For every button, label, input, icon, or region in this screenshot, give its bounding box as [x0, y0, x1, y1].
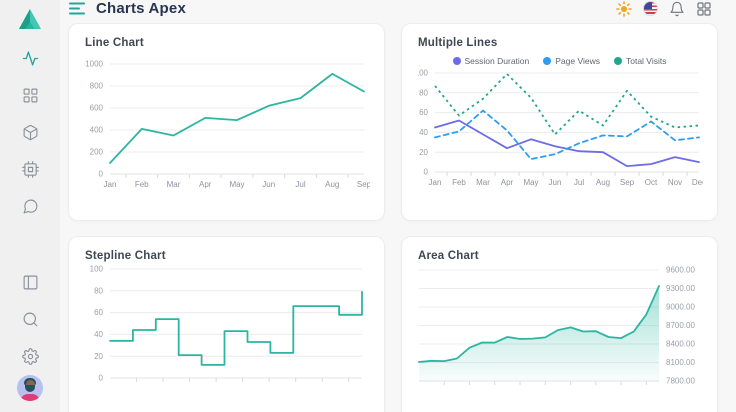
svg-text:100: 100: [90, 265, 104, 274]
svg-text:40: 40: [94, 330, 103, 339]
card-area-chart: Area Chart 7800.00 8100.00 8400.00 8700.00 9…: [401, 236, 718, 412]
us-flag-language-icon[interactable]: [643, 1, 658, 16]
line-chart: 0 200 400 600 800 1000 Jan Feb Mar Apr May Jun Jul Au…: [85, 52, 370, 202]
svg-text:40: 40: [419, 128, 428, 137]
sun-theme-icon[interactable]: [616, 1, 632, 17]
activity-icon[interactable]: [22, 50, 39, 67]
chat-bubble-icon[interactable]: [22, 198, 39, 215]
legend-item[interactable]: Session Duration: [453, 56, 530, 66]
chart-legend: Session Duration Page Views Total Visits: [418, 55, 701, 67]
multiple-lines-chart: 0 20 40 60 80 100 Jan Feb Mar Apr May Jun Jul Aug Sep O…: [418, 67, 703, 195]
avatar-beard: [25, 385, 35, 392]
legend-item[interactable]: Page Views: [543, 56, 600, 66]
svg-text:9600.00: 9600.00: [666, 266, 695, 275]
svg-text:0: 0: [99, 170, 104, 179]
svg-text:May: May: [523, 178, 538, 187]
flag-canton: [644, 2, 652, 9]
svg-text:Sep: Sep: [357, 180, 370, 189]
charts-grid: Line Chart 02004006008001000JanFebMarApr…: [60, 17, 736, 412]
apps-grid-icon[interactable]: [696, 1, 712, 17]
svg-text:Apr: Apr: [199, 180, 212, 189]
svg-text:400: 400: [90, 126, 104, 135]
grid-icon[interactable]: [22, 87, 39, 104]
svg-text:800: 800: [90, 82, 104, 91]
card-title: Stepline Chart: [85, 250, 368, 262]
svg-text:80: 80: [94, 286, 103, 295]
layout-panel-icon[interactable]: [22, 274, 39, 291]
svg-text:600: 600: [90, 104, 104, 113]
svg-text:0: 0: [99, 374, 104, 383]
cpu-icon[interactable]: [22, 161, 39, 178]
cube-icon[interactable]: [22, 124, 39, 141]
svg-text:200: 200: [90, 148, 104, 157]
settings-gear-icon[interactable]: [22, 348, 39, 365]
svg-text:7800.00: 7800.00: [666, 377, 695, 386]
svg-text:60: 60: [419, 108, 428, 117]
stepline-chart: 0 20 40 60 80 100: [85, 264, 370, 412]
search-icon[interactable]: [22, 311, 39, 328]
app-logo-triangle[interactable]: [18, 8, 42, 30]
area-chart: 7800.00 8100.00 8400.00 8700.00 9000.00 9300.…: [418, 264, 703, 412]
page-title: Charts Apex: [96, 0, 186, 17]
svg-text:Jan: Jan: [429, 178, 442, 187]
card-line-chart: Line Chart 0 200 400 600 800 1000 Jan Feb Mar Apr…: [68, 23, 385, 221]
svg-text:100: 100: [418, 69, 429, 78]
svg-text:60: 60: [94, 308, 103, 317]
svg-text:9000.00: 9000.00: [666, 303, 695, 312]
svg-text:Mar: Mar: [167, 180, 181, 189]
top-header: Charts Apex: [60, 0, 736, 17]
legend-label: Session Duration: [465, 56, 530, 66]
card-title: Multiple Lines: [418, 37, 701, 49]
svg-text:0: 0: [424, 168, 429, 177]
svg-text:1000: 1000: [85, 60, 103, 69]
svg-text:80: 80: [419, 88, 428, 97]
card-multiple-lines: Multiple Lines Session Duration Page View…: [401, 23, 718, 221]
svg-text:Dec: Dec: [692, 178, 703, 187]
svg-text:Jul: Jul: [295, 180, 305, 189]
svg-text:9300.00: 9300.00: [666, 284, 695, 293]
user-avatar[interactable]: [17, 375, 43, 401]
svg-text:Aug: Aug: [596, 178, 610, 187]
card-title: Area Chart: [418, 250, 701, 262]
legend-dot-icon: [453, 57, 461, 65]
legend-dot-icon: [614, 57, 622, 65]
svg-text:8700.00: 8700.00: [666, 321, 695, 330]
legend-item[interactable]: Total Visits: [614, 56, 666, 66]
legend-label: Page Views: [555, 56, 600, 66]
bell-notifications-icon[interactable]: [669, 1, 685, 17]
svg-text:8100.00: 8100.00: [666, 358, 695, 367]
svg-text:Jun: Jun: [262, 180, 275, 189]
avatar-shirt: [20, 394, 40, 401]
sidebar: [0, 0, 60, 412]
svg-text:Jan: Jan: [104, 180, 117, 189]
legend-dot-icon: [543, 57, 551, 65]
svg-text:Feb: Feb: [452, 178, 466, 187]
svg-text:Jul: Jul: [574, 178, 584, 187]
svg-text:Oct: Oct: [645, 178, 658, 187]
card-title: Line Chart: [85, 37, 368, 49]
svg-text:Aug: Aug: [325, 180, 339, 189]
hamburger-menu-icon[interactable]: [69, 2, 85, 15]
svg-text:20: 20: [419, 148, 428, 157]
legend-label: Total Visits: [626, 56, 666, 66]
svg-text:Mar: Mar: [476, 178, 490, 187]
svg-text:20: 20: [94, 352, 103, 361]
svg-text:8400.00: 8400.00: [666, 340, 695, 349]
svg-text:May: May: [229, 180, 244, 189]
svg-text:Sep: Sep: [620, 178, 635, 187]
card-stepline-chart: Stepline Chart 0 20 40 60 80 100: [68, 236, 385, 412]
header-actions: [616, 1, 712, 17]
svg-text:Feb: Feb: [135, 180, 149, 189]
svg-text:Jun: Jun: [549, 178, 562, 187]
svg-text:Apr: Apr: [501, 178, 514, 187]
svg-text:Nov: Nov: [668, 178, 682, 187]
